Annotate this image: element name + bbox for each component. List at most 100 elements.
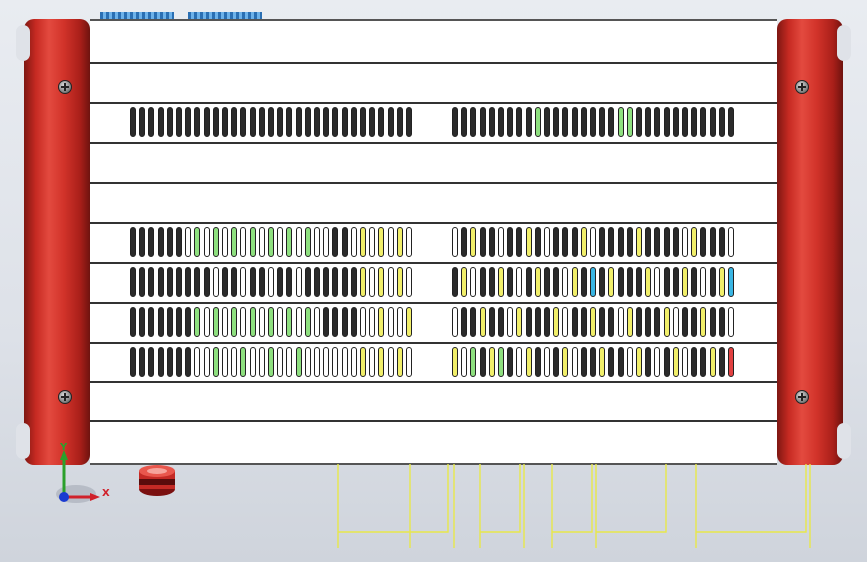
vent-slot	[479, 307, 486, 337]
vent-slot	[139, 347, 146, 377]
vent-slot	[323, 307, 330, 337]
vent-slot	[599, 347, 606, 377]
vent-slot	[387, 307, 394, 337]
vent-slot	[157, 347, 164, 377]
vent-slot	[571, 107, 578, 137]
vent-slot	[341, 307, 348, 337]
vent-slot	[148, 227, 155, 257]
vent-slot	[461, 227, 468, 257]
vent-slot	[590, 347, 596, 377]
vent-slot	[580, 347, 587, 377]
vent-slot	[626, 227, 633, 257]
vent-slot	[240, 307, 247, 337]
vent-slot	[378, 347, 385, 377]
vent-slot	[231, 107, 238, 137]
vent-slot	[626, 347, 633, 377]
vent-slot	[295, 107, 302, 137]
vent-slot	[691, 107, 698, 137]
vent-row	[452, 267, 737, 297]
vent-slot	[525, 107, 532, 137]
cad-viewport[interactable]: Y X	[0, 0, 867, 562]
vent-slot	[728, 307, 734, 337]
vent-slot	[507, 107, 514, 137]
left-side-rail[interactable]	[16, 19, 90, 465]
round-button-part[interactable]	[136, 463, 178, 499]
vent-slot	[544, 307, 550, 337]
vent-slot	[599, 307, 606, 337]
vent-slot	[562, 307, 569, 337]
vent-slot	[323, 267, 330, 297]
vent-slot	[672, 227, 679, 257]
vent-slot	[617, 347, 624, 377]
vent-slot	[203, 307, 210, 337]
vent-row	[130, 107, 415, 137]
vent-slot	[369, 107, 376, 137]
vent-slot	[304, 267, 311, 297]
vent-slot	[249, 347, 256, 377]
vent-slot	[691, 227, 698, 257]
vent-slot	[544, 227, 550, 257]
vent-slot	[240, 267, 247, 297]
vent-slot	[590, 307, 596, 337]
vent-slot	[332, 307, 339, 337]
vent-slot	[452, 107, 458, 137]
vent-slot	[553, 107, 560, 137]
vent-slot	[599, 267, 606, 297]
vent-slot	[166, 347, 173, 377]
vent-slot	[498, 227, 504, 257]
right-side-rail[interactable]	[777, 19, 851, 465]
vent-slot	[553, 347, 560, 377]
vent-slot	[314, 267, 320, 297]
vent-slot	[452, 227, 458, 257]
vent-slot	[304, 227, 311, 257]
vent-slot	[590, 227, 596, 257]
vent-slot	[258, 227, 265, 257]
vent-slot	[488, 267, 495, 297]
vent-slot	[544, 107, 550, 137]
vent-slot	[488, 227, 495, 257]
vent-row	[452, 307, 737, 337]
vent-slot	[700, 227, 707, 257]
vent-slot	[571, 307, 578, 337]
vent-slot	[222, 107, 228, 137]
vent-slot	[682, 307, 688, 337]
panel-divider	[90, 182, 777, 184]
vent-slot	[718, 107, 725, 137]
vent-slot	[258, 347, 265, 377]
vent-slot	[231, 347, 238, 377]
vent-slot	[682, 267, 688, 297]
vent-slot	[240, 107, 247, 137]
vent-slot	[645, 227, 652, 257]
panel-divider	[90, 342, 777, 344]
vent-slot	[212, 267, 219, 297]
vent-slot	[249, 307, 256, 337]
vent-slot	[571, 347, 578, 377]
vent-slot	[295, 227, 302, 257]
vent-slot	[544, 267, 550, 297]
vent-slot	[571, 227, 578, 257]
vent-slot	[599, 107, 606, 137]
vent-slot	[148, 267, 155, 297]
vent-slot	[176, 307, 182, 337]
vent-slot	[461, 307, 468, 337]
vent-slot	[534, 347, 541, 377]
vent-slot	[212, 227, 219, 257]
vent-slot	[636, 267, 642, 297]
z-axis-dot	[59, 492, 69, 502]
vent-slot	[728, 227, 734, 257]
vent-slot	[672, 267, 679, 297]
vent-slot	[185, 227, 192, 257]
vent-row	[452, 347, 737, 377]
rail-notch	[16, 423, 30, 459]
vent-slot	[185, 107, 192, 137]
vent-row	[130, 347, 415, 377]
panel-divider	[90, 420, 777, 422]
vent-slot	[682, 107, 688, 137]
vent-slot	[268, 307, 274, 337]
panel-divider	[90, 62, 777, 64]
vent-slot	[258, 307, 265, 337]
vent-slot	[406, 307, 412, 337]
vent-slot	[323, 347, 330, 377]
vent-slot	[507, 227, 514, 257]
y-axis-label: Y	[60, 442, 68, 453]
